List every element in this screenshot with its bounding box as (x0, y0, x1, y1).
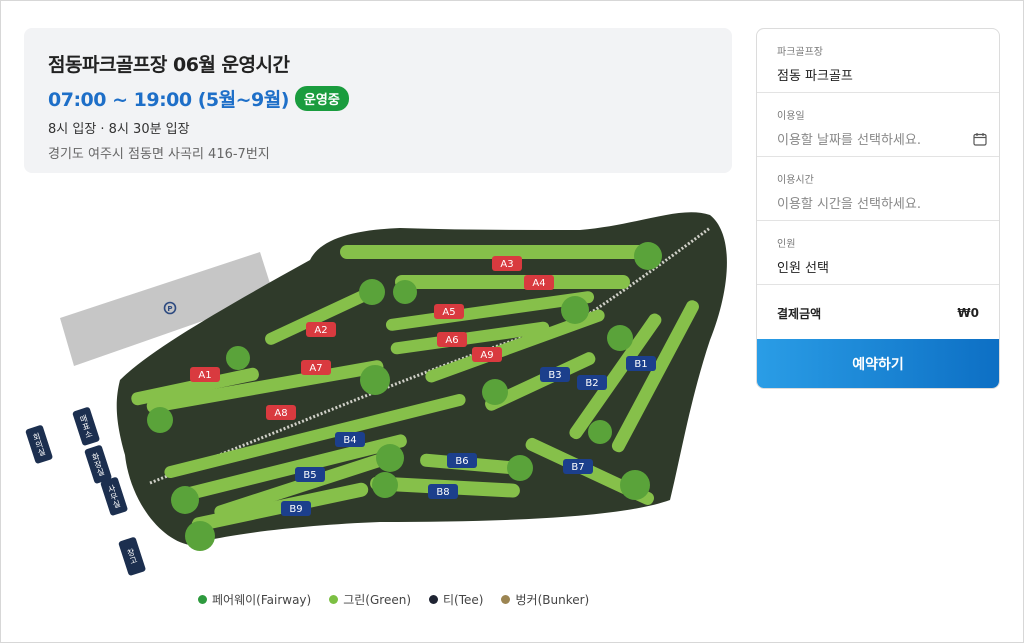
legend-item-green: 그린(Green) (329, 591, 411, 608)
hole-label-b8: B8 (436, 487, 449, 498)
price-label: 결제금액 (777, 306, 822, 321)
hole-label-a1: A1 (198, 370, 211, 381)
hole-marker-a3[interactable]: A3 (492, 256, 522, 271)
entry-times: 8시 입장 · 8시 30분 입장 (48, 122, 190, 137)
building-office[interactable]: 사무실 (100, 476, 128, 516)
people-label: 인원 (777, 239, 796, 250)
hole-label-a5: A5 (442, 307, 455, 318)
booking-panel: 파크골프장 점동 파크골프 이용일 이용할 날짜를 선택하세요. 이용시간 이용… (756, 28, 1000, 389)
calendar-icon[interactable] (973, 131, 987, 150)
green-dot-icon (329, 595, 339, 604)
course-map: P A1 A2 A3 A4 A5 A6 A7 A8 A9 B1 B2 B3 B4… (25, 212, 727, 576)
people-field[interactable]: 인원 인원 선택 (757, 221, 999, 285)
tee-dot-icon (429, 595, 439, 604)
hole-marker-b3[interactable]: B3 (540, 367, 570, 382)
hole-label-b1: B1 (634, 359, 647, 370)
time-label: 이용시간 (777, 175, 814, 186)
hole-marker-b5[interactable]: B5 (295, 467, 325, 482)
price-value: ₩0 (957, 306, 979, 320)
hole-label-a9: A9 (480, 350, 493, 361)
legend-item-tee: 티(Tee) (429, 591, 483, 608)
hole-marker-a4[interactable]: A4 (524, 275, 554, 290)
hole-label-b2: B2 (585, 378, 598, 389)
time-field[interactable]: 이용시간 이용할 시간을 선택하세요. (757, 157, 999, 221)
course-value: 점동 파크골프 (777, 69, 853, 84)
hole-label-b4: B4 (343, 435, 356, 446)
map-legend: 페어웨이(Fairway) 그린(Green) 티(Tee) 벙커(Bunker… (198, 591, 589, 608)
reserve-button[interactable]: 예약하기 (757, 339, 999, 388)
date-placeholder: 이용할 날짜를 선택하세요. (777, 133, 921, 148)
hole-marker-a2[interactable]: A2 (306, 322, 336, 337)
hole-marker-b6[interactable]: B6 (447, 453, 477, 468)
hole-marker-b9[interactable]: B9 (281, 501, 311, 516)
hole-marker-a8[interactable]: A8 (266, 405, 296, 420)
building-restroom[interactable]: 화장실 (84, 444, 112, 484)
hole-label-b5: B5 (303, 470, 316, 481)
hole-label-b3: B3 (548, 370, 561, 381)
legend-label-green: 그린(Green) (343, 593, 412, 607)
legend-item-fairway: 페어웨이(Fairway) (198, 591, 311, 608)
hole-label-a8: A8 (274, 408, 287, 419)
hole-label-a7: A7 (309, 363, 322, 374)
hole-label-a2: A2 (314, 325, 327, 336)
building-meeting-room[interactable]: 회의실 (25, 424, 53, 464)
operating-hours: 07:00 ~ 19:00 (5월~9월) (48, 89, 289, 111)
hole-label-a6: A6 (445, 335, 458, 346)
hole-label-b6: B6 (455, 456, 468, 467)
hole-marker-a6[interactable]: A6 (437, 332, 467, 347)
hole-marker-b1[interactable]: B1 (626, 356, 656, 371)
hole-marker-a5[interactable]: A5 (434, 304, 464, 319)
hole-label-a3: A3 (500, 259, 513, 270)
page-title: 점동파크골프장 06월 운영시간 (48, 54, 290, 76)
course-field[interactable]: 파크골프장 점동 파크골프 (757, 29, 999, 93)
date-label: 이용일 (777, 111, 805, 122)
svg-text:P: P (167, 305, 172, 313)
legend-label-bunker: 벙커(Bunker) (515, 593, 590, 607)
hole-marker-a9[interactable]: A9 (472, 347, 502, 362)
people-value: 인원 선택 (777, 261, 829, 276)
building-ticket-office[interactable]: 매표소 (72, 406, 100, 446)
legend-item-bunker: 벙커(Bunker) (501, 591, 589, 608)
bunker-dot-icon (501, 595, 511, 604)
hours-row: 07:00 ~ 19:00 (5월~9월) 운영중 (48, 85, 708, 112)
hole-marker-b4[interactable]: B4 (335, 432, 365, 447)
hole-label-a4: A4 (532, 278, 545, 289)
fairway-dot-icon (198, 595, 207, 604)
time-placeholder: 이용할 시간을 선택하세요. (777, 197, 921, 212)
hole-marker-b8[interactable]: B8 (428, 484, 458, 499)
hole-marker-a1[interactable]: A1 (190, 367, 220, 382)
address: 경기도 여주시 점동면 사곡리 416-7번지 (48, 147, 270, 162)
course-label: 파크골프장 (777, 47, 823, 58)
price-row: 결제금액 ₩0 (757, 285, 999, 341)
date-field[interactable]: 이용일 이용할 날짜를 선택하세요. (757, 93, 999, 157)
hole-marker-b7[interactable]: B7 (563, 459, 593, 474)
legend-label-fairway: 페어웨이(Fairway) (212, 593, 312, 607)
course-info-card: 점동파크골프장 06월 운영시간 07:00 ~ 19:00 (5월~9월) 운… (24, 28, 732, 173)
hole-marker-a7[interactable]: A7 (301, 360, 331, 375)
building-storage[interactable]: 창고 (118, 536, 146, 576)
legend-label-tee: 티(Tee) (443, 593, 484, 607)
hole-label-b7: B7 (571, 462, 584, 473)
status-badge: 운영중 (294, 86, 349, 111)
hole-label-b9: B9 (289, 504, 302, 515)
hole-marker-b2[interactable]: B2 (577, 375, 607, 390)
